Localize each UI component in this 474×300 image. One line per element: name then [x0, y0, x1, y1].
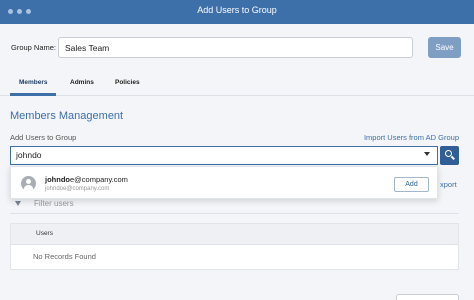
column-header-users[interactable]: Users [36, 230, 53, 237]
chevron-down-icon[interactable] [424, 152, 430, 156]
tab-bar: Members Admins Policies [0, 74, 474, 96]
active-tab-indicator [10, 93, 56, 96]
filter-users-placeholder: Filter users [34, 199, 74, 208]
window-titlebar: Add Users to Group [0, 0, 474, 24]
footer-button[interactable] [396, 294, 459, 300]
import-ad-group-link[interactable]: Import Users from AD Group [364, 133, 459, 142]
user-suggestion-dropdown: johndoe@company.com johndoe@company.com … [10, 166, 438, 199]
suggestion-email: johndoe@company.com [45, 186, 110, 192]
add-user-button[interactable]: Add [394, 177, 429, 192]
suggestion-name[interactable]: johndoe@company.com [45, 175, 128, 184]
users-table: Users No Records Found [10, 223, 459, 270]
group-name-input[interactable]: Sales Team [58, 37, 413, 58]
tab-admins[interactable]: Admins [70, 79, 94, 86]
table-header: Users [11, 224, 458, 245]
add-users-label: Add Users to Group [10, 133, 77, 142]
user-search-input[interactable]: johndo [10, 146, 438, 165]
tab-members[interactable]: Members [19, 79, 48, 86]
empty-state-text: No Records Found [33, 252, 96, 261]
group-name-label: Group Name: [11, 43, 57, 52]
window-title: Add Users to Group [197, 5, 277, 15]
tab-policies[interactable]: Policies [115, 79, 140, 86]
filter-icon [15, 201, 21, 206]
export-link[interactable]: xport [440, 180, 457, 189]
search-button[interactable] [440, 146, 459, 165]
section-title: Members Management [10, 110, 124, 122]
suggestion-name-match: johndo [45, 175, 70, 184]
save-button[interactable]: Save [428, 37, 461, 58]
user-avatar-icon [21, 176, 36, 191]
suggestion-name-rest: e@company.com [70, 175, 128, 184]
